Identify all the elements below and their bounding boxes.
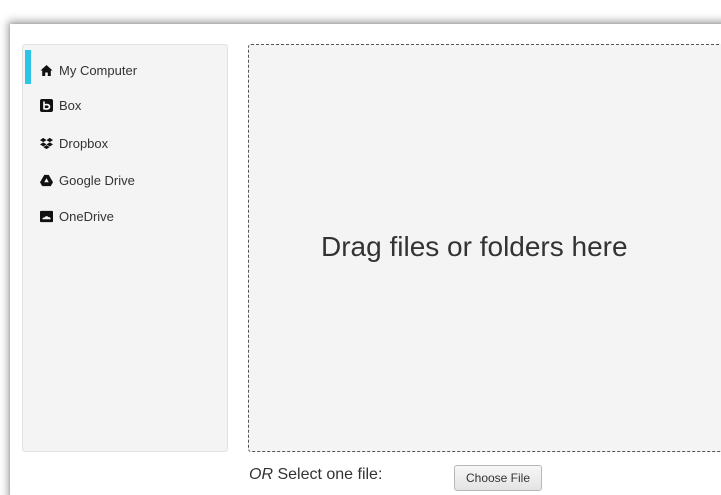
drop-zone[interactable]: Drag files or folders here [248,44,721,452]
sidebar-item-label: OneDrive [59,208,114,224]
sidebar-item-label: Box [59,97,82,113]
sidebar-item-label: Google Drive [59,172,135,188]
sidebar-item-label: Dropbox [59,135,109,151]
onedrive-icon [40,210,53,223]
sidebar-item-label: My Computer [59,62,138,78]
choose-file-button[interactable]: Choose File [454,465,542,491]
sidebar-item-my-computer[interactable]: My Computer [23,53,227,87]
drop-zone-text: Drag files or folders here [321,231,628,262]
google-drive-icon [40,174,53,187]
or-label: OR [249,466,273,483]
sidebar-item-box[interactable]: Box [23,88,227,122]
dropbox-icon [40,137,53,150]
sidebar-item-google-drive[interactable]: Google Drive [23,163,227,197]
sidebar-item-dropbox[interactable]: Dropbox [23,126,227,160]
select-file-label: OR Select one file: [249,466,382,484]
sidebar-item-onedrive[interactable]: OneDrive [23,199,227,233]
file-upload-dialog: My Computer Box Dropbox Google Drive One… [0,0,721,495]
source-sidebar: My Computer Box Dropbox Google Drive One… [22,44,228,452]
select-one-file-label: Select one file: [273,466,383,483]
box-icon [40,98,53,112]
home-icon [40,64,53,77]
